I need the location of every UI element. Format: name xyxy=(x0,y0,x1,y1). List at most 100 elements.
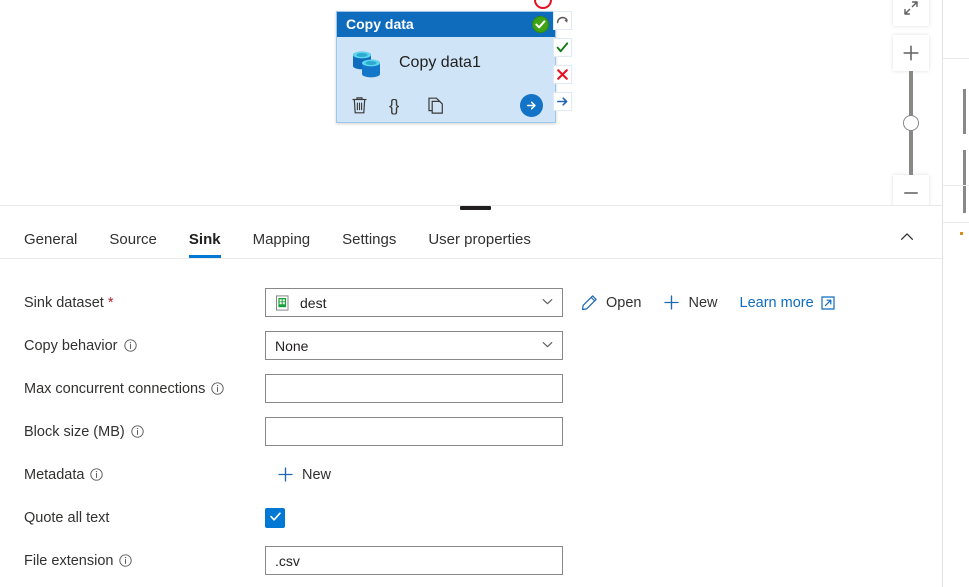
zoom-out-button[interactable] xyxy=(893,175,929,205)
block-size-label-text: Block size (MB) xyxy=(24,423,125,440)
quote-all-text-label-text: Quote all text xyxy=(24,509,110,526)
open-dataset-button[interactable]: Open xyxy=(581,294,641,311)
sink-dataset-control: dest xyxy=(265,288,563,317)
zoom-in-button[interactable] xyxy=(893,35,929,71)
adf-pipeline-editor: Copy data Copy data1 {} General Source S… xyxy=(0,0,969,587)
new-dataset-label: New xyxy=(688,294,718,311)
dataset-file-icon xyxy=(275,294,290,311)
rail-mark-2 xyxy=(963,150,966,213)
right-side-rail xyxy=(942,0,969,587)
braces-icon[interactable]: {} xyxy=(389,96,427,116)
copy-icon[interactable] xyxy=(427,96,465,115)
copy-behavior-label-text: Copy behavior xyxy=(24,337,118,354)
dependency-skipped[interactable] xyxy=(534,0,552,9)
rail-segment-low xyxy=(943,222,969,223)
chevron-down-icon[interactable] xyxy=(541,295,554,311)
rail-segment-top xyxy=(943,0,969,59)
row-quote-all-text: Quote all text xyxy=(24,496,942,539)
learn-more-label: Learn more xyxy=(739,294,814,311)
zoom-slider[interactable] xyxy=(903,71,919,175)
activity-node-actions: {} xyxy=(337,89,555,122)
file-extension-label: File extension xyxy=(24,553,265,569)
tab-source[interactable]: Source xyxy=(109,231,157,258)
activity-node-body: Copy data1 xyxy=(337,37,555,89)
activity-type-label: Copy data xyxy=(346,16,414,32)
checkmark-icon xyxy=(269,510,282,526)
tab-sink[interactable]: Sink xyxy=(188,231,221,258)
copy-behavior-value: None xyxy=(275,337,309,354)
sink-dataset-value: dest xyxy=(300,294,327,311)
activity-dependency-handles xyxy=(553,11,573,119)
max-concurrent-connections-control xyxy=(265,374,563,403)
sink-dataset-label-text: Sink dataset xyxy=(24,294,104,311)
block-size-control xyxy=(265,417,563,446)
block-size-input[interactable] xyxy=(265,417,563,446)
quote-all-text-label: Quote all text xyxy=(24,510,265,526)
row-copy-behavior: Copy behavior None xyxy=(24,324,942,367)
external-link-icon xyxy=(821,295,835,310)
sink-dataset-dropdown[interactable]: dest xyxy=(265,288,563,317)
plus-icon xyxy=(663,294,680,311)
arrow-right-circle-icon[interactable] xyxy=(520,94,543,117)
metadata-label-text: Metadata xyxy=(24,466,85,483)
copy-behavior-dropdown[interactable]: None xyxy=(265,331,563,360)
sink-settings-form: Sink dataset * dest Open New Learn more … xyxy=(0,259,942,582)
pencil-icon xyxy=(581,294,598,311)
file-extension-input[interactable] xyxy=(265,546,563,575)
info-icon[interactable] xyxy=(90,468,104,481)
block-size-label: Block size (MB) xyxy=(24,424,265,440)
max-concurrent-connections-input[interactable] xyxy=(265,374,563,403)
new-metadata-button[interactable]: New xyxy=(277,466,331,483)
info-icon[interactable] xyxy=(211,382,225,395)
dependency-retry[interactable] xyxy=(553,11,572,30)
dependency-completion[interactable] xyxy=(553,92,572,111)
info-icon[interactable] xyxy=(131,425,144,438)
copy-data-activity-node[interactable]: Copy data Copy data1 {} xyxy=(336,11,556,123)
metadata-control: New xyxy=(265,466,331,483)
sink-dataset-actions: Open New Learn more xyxy=(581,294,835,311)
quote-all-text-checkbox[interactable] xyxy=(265,507,285,528)
tab-user-properties[interactable]: User properties xyxy=(428,231,531,258)
file-extension-label-text: File extension xyxy=(24,552,114,569)
copy-data-database-icon xyxy=(351,47,385,79)
new-metadata-label: New xyxy=(302,466,332,483)
info-icon[interactable] xyxy=(123,339,137,352)
required-asterisk: * xyxy=(107,294,114,311)
rail-segment-mid xyxy=(943,185,969,186)
row-block-size: Block size (MB) xyxy=(24,410,942,453)
rail-dot xyxy=(960,232,963,235)
row-metadata: Metadata New xyxy=(24,453,942,496)
fit-to-screen-icon[interactable] xyxy=(893,0,929,26)
plus-icon xyxy=(277,466,294,483)
canvas-zoom-controls xyxy=(893,0,929,205)
trash-icon[interactable] xyxy=(351,96,389,115)
activity-name-label: Copy data1 xyxy=(399,54,481,71)
new-dataset-button[interactable]: New xyxy=(663,294,718,311)
copy-behavior-label: Copy behavior xyxy=(24,338,265,354)
copy-behavior-control: None xyxy=(265,331,563,360)
max-concurrent-connections-label-text: Max concurrent connections xyxy=(24,380,206,397)
sink-dataset-label: Sink dataset * xyxy=(24,295,265,311)
row-max-concurrent-connections: Max concurrent connections xyxy=(24,367,942,410)
properties-tab-bar: General Source Sink Mapping Settings Use… xyxy=(0,206,942,259)
activity-node-header[interactable]: Copy data xyxy=(337,12,555,37)
max-concurrent-connections-label: Max concurrent connections xyxy=(24,381,265,397)
info-icon[interactable] xyxy=(119,554,133,567)
row-file-extension: File extension xyxy=(24,539,942,582)
activity-properties-panel: General Source Sink Mapping Settings Use… xyxy=(0,206,942,587)
learn-more-link[interactable]: Learn more xyxy=(740,295,835,311)
dependency-failure[interactable] xyxy=(553,65,572,84)
file-extension-control xyxy=(265,546,563,575)
tab-mapping[interactable]: Mapping xyxy=(253,231,311,258)
pipeline-canvas[interactable]: Copy data Copy data1 {} xyxy=(0,0,942,206)
tab-settings[interactable]: Settings xyxy=(342,231,396,258)
row-sink-dataset: Sink dataset * dest Open New Learn more xyxy=(24,281,942,324)
dependency-success[interactable] xyxy=(553,38,572,57)
rail-mark-1 xyxy=(963,89,966,134)
chevron-down-icon[interactable] xyxy=(541,338,554,354)
tab-general[interactable]: General xyxy=(24,231,77,258)
metadata-label: Metadata xyxy=(24,467,265,483)
chevron-up-icon[interactable] xyxy=(894,224,920,250)
zoom-slider-thumb[interactable] xyxy=(903,115,919,131)
green-check-circle-icon xyxy=(532,16,549,33)
